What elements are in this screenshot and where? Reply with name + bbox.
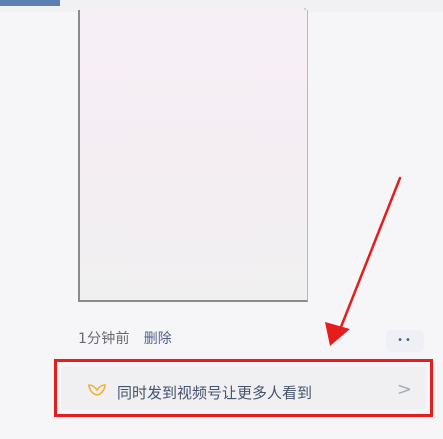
post-time: 1分钟前 xyxy=(78,331,130,347)
channels-share-row[interactable]: 同时发到视频号让更多人看到 > xyxy=(61,366,426,410)
arrow-line xyxy=(337,176,402,334)
post-meta-row: 1分钟前 删除 xyxy=(78,328,172,348)
delete-link[interactable]: 删除 xyxy=(144,328,172,348)
more-button[interactable]: •• xyxy=(386,330,424,352)
moments-post-screen: { "post": { "time_label": "1分钟前", "delet… xyxy=(0,0,443,439)
chevron-right-icon: > xyxy=(396,379,412,400)
top-blue-tab xyxy=(0,0,60,6)
highlight-box: 同时发到视频号让更多人看到 > xyxy=(54,359,433,417)
media-thumbnail-image xyxy=(80,10,307,300)
channels-butterfly-icon xyxy=(88,384,106,396)
channels-share-text: 同时发到视频号让更多人看到 xyxy=(117,384,313,402)
more-dots-icon: •• xyxy=(397,335,413,346)
arrow-head xyxy=(325,322,350,346)
media-thumbnail[interactable] xyxy=(78,10,308,302)
